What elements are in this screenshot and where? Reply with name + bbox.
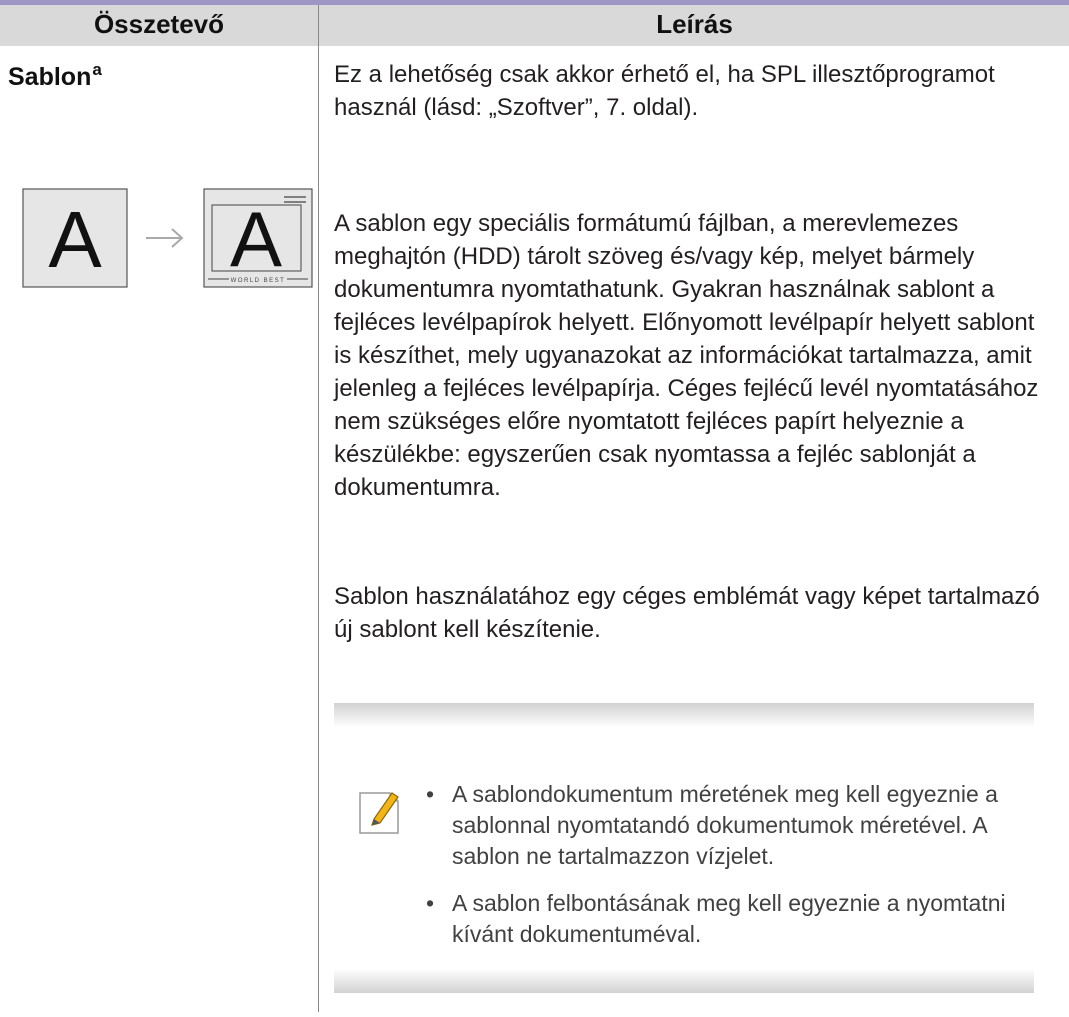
header-component: Összetevő [93, 9, 225, 39]
note-box: • A sablondokumentum méretének meg kell e… [334, 703, 1034, 993]
description-paragraph: A sablon egy speciális formátumú fájlban… [334, 210, 1039, 501]
component-name-text: Sablon [8, 63, 92, 91]
header-description: Leírás [656, 9, 733, 39]
description-paragraph: Sablon használatához egy céges emblémát … [334, 583, 1040, 643]
bullet: • [426, 890, 435, 916]
description-paragraph: Ez a lehetőség csak akkor érhető el, ha … [334, 61, 995, 121]
note-item-text: A sablondokumentum méretének meg kell eg… [452, 781, 998, 869]
column-divider [318, 5, 319, 1012]
overlay-footer-text: WORLD BEST [231, 278, 286, 284]
right-arrow-icon [146, 228, 184, 248]
bullet: • [426, 781, 435, 807]
note-item-text: A sablon felbontásának meg kell egyeznie… [452, 890, 1006, 947]
table-header: Összetevő Leírás [0, 0, 1069, 46]
overlay-page-letter: A [230, 195, 282, 283]
note-item: • A sablondokumentum méretének meg kell e… [426, 779, 1012, 872]
original-page-letter: A [48, 195, 102, 284]
footnote-marker: a [92, 60, 102, 79]
overlay-illustration: A A WORLD BEST [22, 188, 313, 288]
note-list: • A sablondokumentum méretének meg kell e… [426, 779, 1012, 966]
note-pencil-icon [359, 792, 399, 834]
note-item: • A sablon felbontásának meg kell egyezni… [426, 888, 1012, 950]
component-table: Összetevő Leírás Sablona A A WORLD BEST … [0, 0, 1069, 1017]
component-name: Sablona [8, 60, 102, 92]
